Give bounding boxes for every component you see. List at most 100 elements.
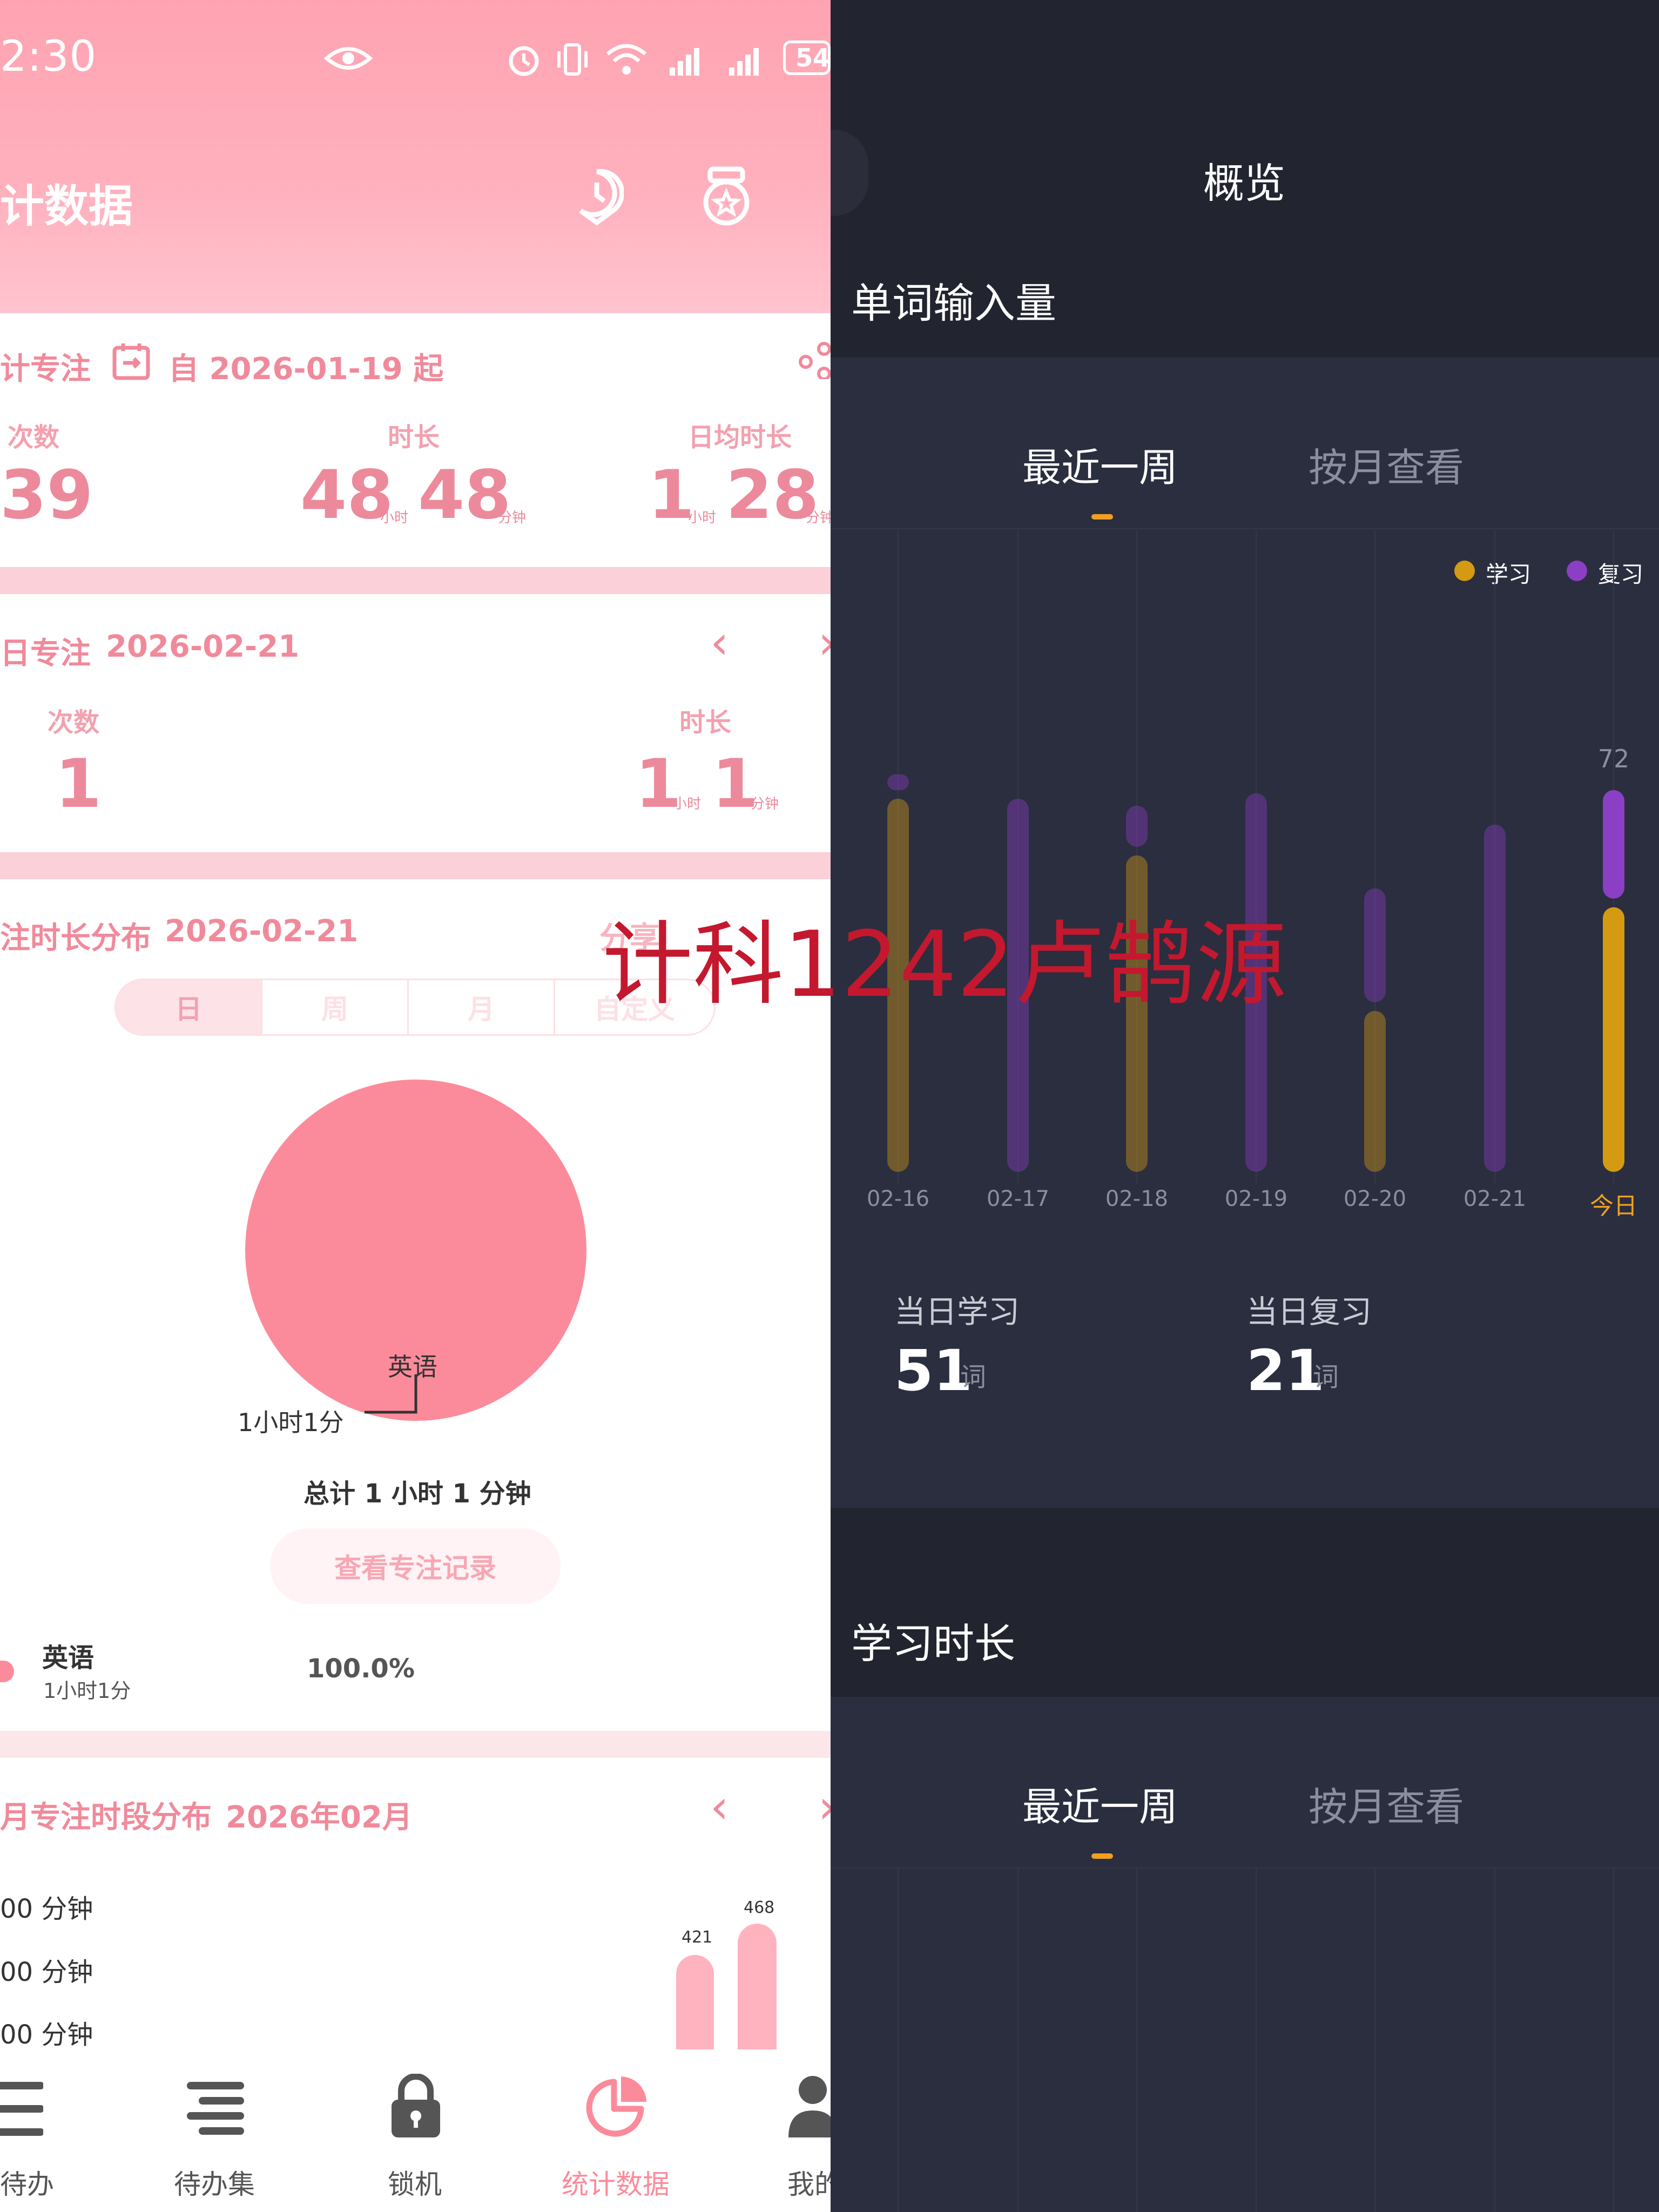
today-study-label: 当日学习 [894,1293,1020,1330]
today-review-label: 当日复习 [1246,1293,1372,1330]
grid-line [1256,1869,1257,2212]
month-date: 2026年02月 [226,1800,413,1835]
today-duration-label: 时长 [679,707,732,738]
divider [0,1731,831,1758]
segment-month[interactable]: 月 [407,979,555,1036]
duration-hours-unit: 小时 [380,510,409,526]
x-tick-label: 02-20 [1343,1186,1407,1211]
prev-month-button[interactable]: ‹ [710,1780,729,1834]
month-distribution-title: 月专注时段分布 [0,1800,212,1835]
tab-profile[interactable]: 我的 [787,2163,831,2202]
tab-statistics[interactable]: 统计数据 [562,2163,670,2202]
word-input-chart: 02-16 02-17 02-18 02-19 02-20 02-21 今日 72 [831,358,1659,1249]
daily-minutes-unit: 分钟 [806,510,831,526]
study-time-card: 最近一周 按月查看 [831,1697,1659,2212]
segment-day[interactable]: 日 [114,979,262,1036]
vibrate-icon [557,43,588,76]
tab-indicator [1091,1853,1113,1859]
grid-line [1613,1869,1614,2212]
prev-day-button[interactable]: ‹ [710,616,729,670]
wifi-icon [606,44,647,75]
overview-title: 概览 [1203,159,1285,207]
distribution-title: 注时长分布 [0,921,151,956]
y-axis-label: 00 分钟 [0,1957,93,1987]
tab-by-month[interactable]: 按月查看 [1309,1775,1464,1832]
bar-study-02-20[interactable] [1364,1011,1386,1172]
today-count-value: 1 [55,745,102,823]
bar-value-label: 468 [744,1898,775,1917]
vocabulary-app-panel: 概览 单词输入量 最近一周 按月查看 学习 复习 02-16 02-17 02-18… [831,0,1659,2212]
legend-dot [0,1661,14,1682]
y-axis-label: 00 分钟 [0,1894,93,1924]
x-tick-label: 今日 [1590,1192,1637,1220]
view-records-button[interactable]: 查看专注记录 [270,1528,561,1604]
calendar-icon[interactable] [111,341,151,381]
bar-review-今日[interactable] [1603,790,1624,899]
daily-hours-unit: 小时 [688,510,717,526]
x-tick-label: 02-18 [1105,1186,1169,1211]
daily-minutes: 28 [726,456,819,534]
todo-set-icon[interactable] [186,2079,246,2139]
date-range[interactable]: 自 2026-01-19 起 [168,345,443,388]
x-tick-label: 02-17 [986,1186,1050,1211]
stats-app-panel: 2:30 54 计数据 计专注 自 2026-01-19 起 次数 时长 日均时… [0,0,831,2212]
history-clock-icon[interactable] [570,167,624,227]
tab-todo-set[interactable]: 待办集 [174,2163,255,2202]
word-input-title: 单词输入量 [851,279,1056,327]
bar-review-02-18[interactable] [1126,805,1148,847]
eye-icon [324,47,373,70]
cumulative-focus-title: 计专注 [0,352,91,387]
bar-review-02-16[interactable] [887,774,909,790]
duration-minutes: 48 [418,456,511,534]
duration-label: 时长 [388,422,440,453]
medal-icon[interactable] [697,165,756,230]
grid-line [1374,1869,1375,2212]
x-tick-label: 02-21 [1463,1186,1527,1211]
divider [0,852,831,879]
x-tick-label: 02-16 [866,1186,930,1211]
page-title: 计数据 [0,181,133,232]
duration-minutes-unit: 分钟 [498,510,527,526]
next-month-button[interactable]: › [818,1780,831,1834]
today-focus-title: 日专注 [0,636,91,671]
grid-line [1136,1869,1137,2212]
x-tick-label: 02-19 [1224,1186,1288,1211]
statistics-pie-icon[interactable] [584,2074,649,2139]
today-count-label: 次数 [48,707,100,738]
study-time-chart [831,1869,1659,2212]
todo-icon[interactable] [0,2079,43,2139]
today-hours-unit: 小时 [673,796,702,812]
next-day-button[interactable]: › [818,616,831,670]
legend-name: 英语 [42,1643,95,1673]
pie-label: 英语 [388,1352,437,1381]
today-study-unit: 词 [960,1362,987,1392]
lock-icon[interactable] [386,2074,446,2139]
tab-lock[interactable]: 锁机 [388,2163,442,2202]
duration-hours: 48 [300,456,394,534]
bar-review-02-20[interactable] [1364,888,1386,1003]
segment-week[interactable]: 周 [261,979,409,1036]
bar-review-02-21[interactable] [1484,824,1506,1172]
back-button[interactable] [831,130,868,216]
count-label: 次数 [8,422,60,453]
today-total-label: 72 [1597,744,1630,773]
today-review-unit: 词 [1313,1362,1339,1392]
month-bar[interactable] [676,1955,714,2049]
divider [0,567,831,594]
study-time-title: 学习时长 [851,1620,1015,1668]
today-minutes-unit: 分钟 [751,796,779,812]
total-duration: 总计 1 小时 1 分钟 [304,1479,531,1509]
grid-line [898,1869,899,2212]
legend-time: 1小时1分 [43,1679,131,1703]
tab-recent-week[interactable]: 最近一周 [1022,1775,1178,1832]
y-axis-label: 00 分钟 [0,2020,93,2050]
share-icon[interactable] [798,341,831,379]
bar-study-今日[interactable] [1603,907,1624,1172]
bar-value-label: 421 [682,1928,713,1947]
tab-todo[interactable]: 待办 [0,2163,54,2202]
count-value: 39 [0,456,93,534]
profile-icon[interactable] [788,2074,831,2139]
month-bar[interactable] [738,1924,777,2049]
bottom-tab-bar: 待办 待办集 锁机 统计数据 我的 [0,2052,831,2212]
signal-icon-2 [729,48,759,76]
